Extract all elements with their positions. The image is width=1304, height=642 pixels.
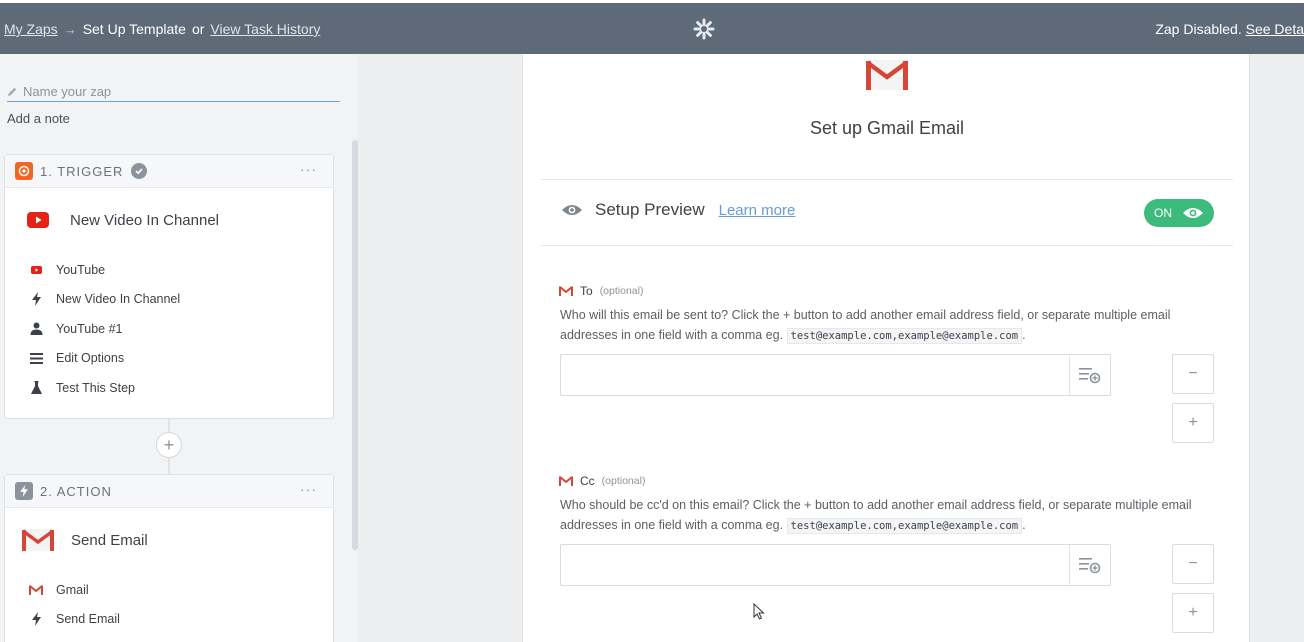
action-heading: 2. ACTION (40, 483, 112, 499)
optional-label: (optional) (599, 285, 644, 297)
setup-preview-label: Setup Preview (595, 200, 705, 219)
view-task-history-link[interactable]: View Task History (210, 21, 320, 37)
list-icon (29, 351, 43, 365)
action-menu-icon[interactable]: ··· (300, 481, 317, 497)
action-app-row[interactable]: Send Email (5, 508, 333, 572)
remove-cc-field-button[interactable]: − (1172, 544, 1214, 584)
trigger-step-options[interactable]: Edit Options (5, 344, 333, 374)
user-icon (29, 322, 43, 336)
to-help-text: Who will this email be sent to? Click th… (560, 305, 1220, 346)
add-cc-field-button[interactable]: + (1172, 593, 1214, 633)
list-item-label: Test This Step (56, 380, 135, 395)
remove-to-field-button[interactable]: − (1172, 354, 1214, 394)
add-note-link[interactable]: Add a note (7, 111, 70, 126)
minus-label: − (1188, 365, 1198, 382)
trigger-app-row[interactable]: New Video In Channel (5, 188, 333, 252)
zapier-logo-icon[interactable] (692, 17, 716, 41)
setup-panel: Set up Gmail Email Setup Preview Learn m… (522, 54, 1250, 642)
trigger-badge-icon (15, 162, 33, 180)
eye-icon (1183, 208, 1203, 218)
check-icon (131, 163, 148, 179)
gmail-small-icon (29, 583, 43, 597)
list-item-label: YouTube #1 (56, 321, 123, 336)
optional-label: (optional) (601, 475, 646, 487)
list-item-label: Send Email (56, 612, 120, 627)
step-connector (168, 419, 170, 432)
input-separator (1069, 545, 1070, 585)
eye-icon (562, 205, 582, 215)
help-end: . (1022, 518, 1026, 532)
gmail-small-icon (559, 476, 573, 486)
youtube-small-icon (29, 263, 43, 277)
preview-toggle[interactable]: ON (1144, 199, 1214, 227)
action-step-app[interactable]: Gmail (5, 575, 333, 605)
action-app-title: Send Email (71, 531, 148, 549)
cc-help-text: Who should be cc'd on this email? Click … (560, 495, 1220, 536)
toggle-label: ON (1154, 206, 1172, 220)
add-to-field-button[interactable]: + (1172, 403, 1214, 443)
add-step-label: + (163, 434, 175, 455)
plus-label: + (1188, 414, 1198, 431)
trigger-step-test[interactable]: Test This Step (5, 373, 333, 403)
breadcrumb-arrow: → (63, 21, 77, 37)
list-item-label: YouTube (56, 262, 106, 277)
trigger-step-account[interactable]: YouTube #1 (5, 314, 333, 344)
input-separator (1069, 355, 1070, 395)
see-details-link[interactable]: See Deta (1246, 21, 1304, 37)
plus-label: + (1188, 604, 1198, 621)
step-connector (168, 458, 170, 474)
trigger-card-header[interactable]: 1. TRIGGER ··· (5, 155, 333, 188)
list-item-label: Gmail (56, 582, 89, 597)
or-label: or (191, 21, 205, 37)
youtube-icon (27, 212, 49, 228)
help-end: . (1022, 328, 1026, 342)
action-badge-icon (15, 482, 33, 500)
trigger-app-title: New Video In Channel (70, 211, 219, 229)
example-code: test@example.com,example@example.com (786, 518, 1023, 534)
action-step-event[interactable]: Send Email (5, 605, 333, 635)
trigger-heading: 1. TRIGGER (40, 163, 124, 179)
divider (541, 245, 1233, 246)
zap-status-text: Zap Disabled. (1155, 21, 1242, 37)
my-zaps-link[interactable]: My Zaps (4, 21, 58, 37)
action-card-header[interactable]: 2. ACTION ··· (5, 475, 333, 508)
flask-icon (29, 381, 43, 395)
zap-name-placeholder: Name your zap (23, 84, 112, 99)
list-item-label: New Video In Channel (56, 292, 181, 307)
pencil-icon (7, 87, 17, 97)
minus-label: − (1188, 555, 1198, 572)
add-step-button[interactable]: + (156, 432, 182, 458)
sidebar: Name your zap Add a note 1. TRIGGER ··· … (0, 54, 358, 642)
insert-field-icon[interactable] (1078, 556, 1102, 574)
gmail-icon (21, 529, 55, 551)
to-label: To (580, 284, 593, 298)
cc-field-label: Cc (optional) (559, 474, 645, 488)
bolt-icon (29, 612, 43, 627)
insert-field-icon[interactable] (1078, 366, 1102, 384)
cc-email-input[interactable] (560, 544, 1111, 586)
trigger-menu-icon[interactable]: ··· (300, 161, 317, 177)
trigger-card[interactable]: 1. TRIGGER ··· New Video In Channel YouT… (4, 154, 334, 419)
to-field-label: To (optional) (559, 284, 643, 298)
bolt-icon (29, 292, 43, 307)
trigger-step-app[interactable]: YouTube (5, 255, 333, 285)
breadcrumb: My Zaps → Set Up Template or View Task H… (4, 21, 320, 37)
panel-title: Set up Gmail Email (809, 118, 965, 138)
mouse-cursor-icon (753, 603, 765, 620)
zap-name-input[interactable]: Name your zap (7, 82, 340, 102)
gmail-logo-icon (866, 60, 908, 90)
action-card[interactable]: 2. ACTION ··· Send Email Gmail Send Emai… (4, 474, 334, 642)
zap-status: Zap Disabled. See Deta (1155, 21, 1304, 37)
setup-preview-row: Setup Preview Learn more (561, 200, 795, 220)
top-bar: My Zaps → Set Up Template or View Task H… (0, 0, 1304, 54)
example-code: test@example.com,example@example.com (786, 328, 1023, 344)
learn-more-link[interactable]: Learn more (719, 202, 796, 219)
cc-label: Cc (580, 474, 595, 488)
trigger-step-event[interactable]: New Video In Channel (5, 285, 333, 315)
list-item-label: Edit Options (56, 351, 125, 366)
current-page-label: Set Up Template (82, 21, 186, 37)
gmail-small-icon (559, 286, 573, 296)
to-email-input[interactable] (560, 354, 1111, 396)
divider (541, 179, 1233, 180)
